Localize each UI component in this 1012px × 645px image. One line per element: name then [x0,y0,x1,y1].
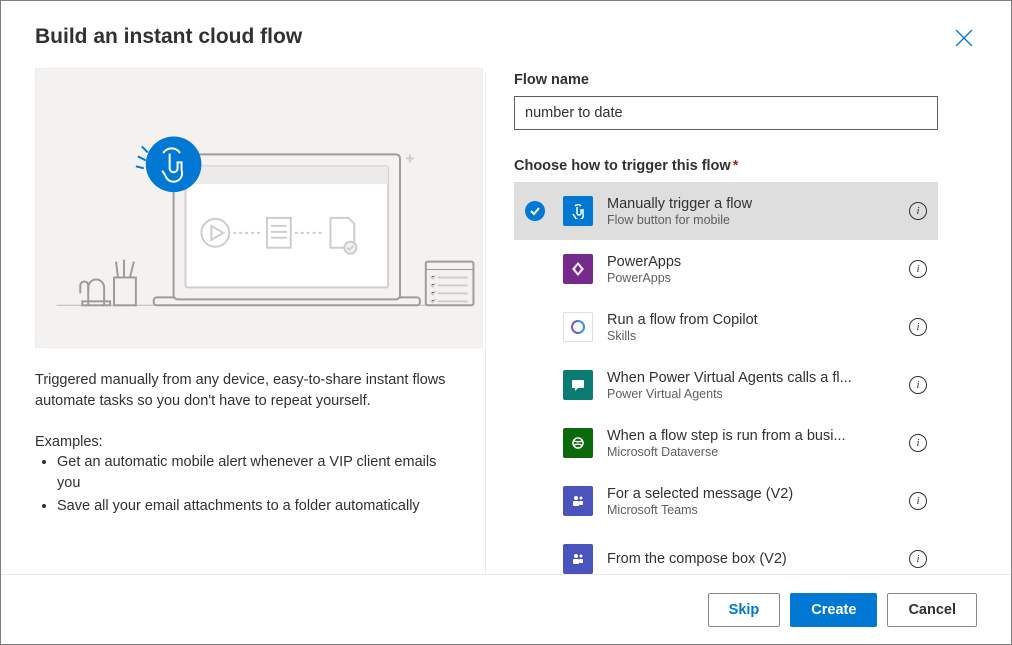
trigger-list: Manually trigger a flowFlow button for m… [514,182,938,574]
teams-icon [563,486,593,516]
trigger-row[interactable]: Manually trigger a flowFlow button for m… [514,182,938,240]
cancel-button[interactable]: Cancel [887,593,977,627]
trigger-text: For a selected message (V2)Microsoft Tea… [607,486,901,517]
dataverse-icon [563,428,593,458]
trigger-subtitle: Power Virtual Agents [607,387,901,401]
info-icon[interactable]: i [909,550,927,568]
right-column: Flow name Choose how to trigger this flo… [486,68,1011,574]
copilot-icon [563,312,593,342]
info-icon[interactable]: i [909,492,927,510]
close-button[interactable] [951,25,977,56]
trigger-subtitle: PowerApps [607,271,901,285]
trigger-subtitle: Microsoft Teams [607,503,901,517]
close-icon [955,31,973,51]
modal-header: Build an instant cloud flow [1,1,1011,68]
trigger-title: For a selected message (V2) [607,486,901,502]
touch-icon [563,196,593,226]
trigger-text: PowerAppsPowerApps [607,254,901,285]
trigger-title: When a flow step is run from a busi... [607,428,901,444]
trigger-row[interactable]: From the compose box (V2) i [514,530,938,574]
modal-dialog: Build an instant cloud flow [0,0,1012,645]
powerapps-icon [563,254,593,284]
left-column: Triggered manually from any device, easy… [35,68,485,574]
trigger-text: Run a flow from CopilotSkills [607,312,901,343]
pva-icon [563,370,593,400]
trigger-text: Manually trigger a flowFlow button for m… [607,196,901,227]
info-icon[interactable]: i [909,260,927,278]
required-asterisk: * [733,158,739,174]
trigger-text: When a flow step is run from a busi...Mi… [607,428,901,459]
trigger-row[interactable]: Run a flow from CopilotSkillsi [514,298,938,356]
trigger-text: From the compose box (V2) [607,551,901,567]
examples-list: Get an automatic mobile alert whenever a… [35,452,455,517]
info-icon[interactable]: i [909,376,927,394]
radio-checked-icon [525,201,545,221]
skip-button[interactable]: Skip [708,593,781,627]
trigger-title: Run a flow from Copilot [607,312,901,328]
example-item: Save all your email attachments to a fol… [57,496,455,517]
trigger-title: When Power Virtual Agents calls a fl... [607,370,901,386]
trigger-row[interactable]: For a selected message (V2)Microsoft Tea… [514,472,938,530]
modal-body: Triggered manually from any device, easy… [1,68,1011,574]
examples-label: Examples: [35,434,455,450]
trigger-subtitle: Flow button for mobile [607,213,901,227]
trigger-subtitle: Skills [607,329,901,343]
teams-icon [563,544,593,574]
trigger-title: PowerApps [607,254,901,270]
trigger-row[interactable]: When Power Virtual Agents calls a fl...P… [514,356,938,414]
flow-name-input[interactable] [514,96,938,130]
trigger-label: Choose how to trigger this flow* [514,158,993,174]
modal-title: Build an instant cloud flow [35,25,302,49]
trigger-row[interactable]: When a flow step is run from a busi...Mi… [514,414,938,472]
example-item: Get an automatic mobile alert whenever a… [57,452,455,494]
modal-footer: Skip Create Cancel [1,574,1011,644]
trigger-label-text: Choose how to trigger this flow [514,158,731,174]
info-icon[interactable]: i [909,434,927,452]
create-button[interactable]: Create [790,593,877,627]
flow-name-label: Flow name [514,72,993,88]
trigger-subtitle: Microsoft Dataverse [607,445,901,459]
description-text: Triggered manually from any device, easy… [35,370,455,412]
info-icon[interactable]: i [909,318,927,336]
scroll-area[interactable]: Flow name Choose how to trigger this flo… [514,72,1011,574]
illustration [35,68,483,348]
trigger-title: From the compose box (V2) [607,551,901,567]
trigger-text: When Power Virtual Agents calls a fl...P… [607,370,901,401]
trigger-row[interactable]: PowerAppsPowerApps i [514,240,938,298]
trigger-title: Manually trigger a flow [607,196,901,212]
info-icon[interactable]: i [909,202,927,220]
